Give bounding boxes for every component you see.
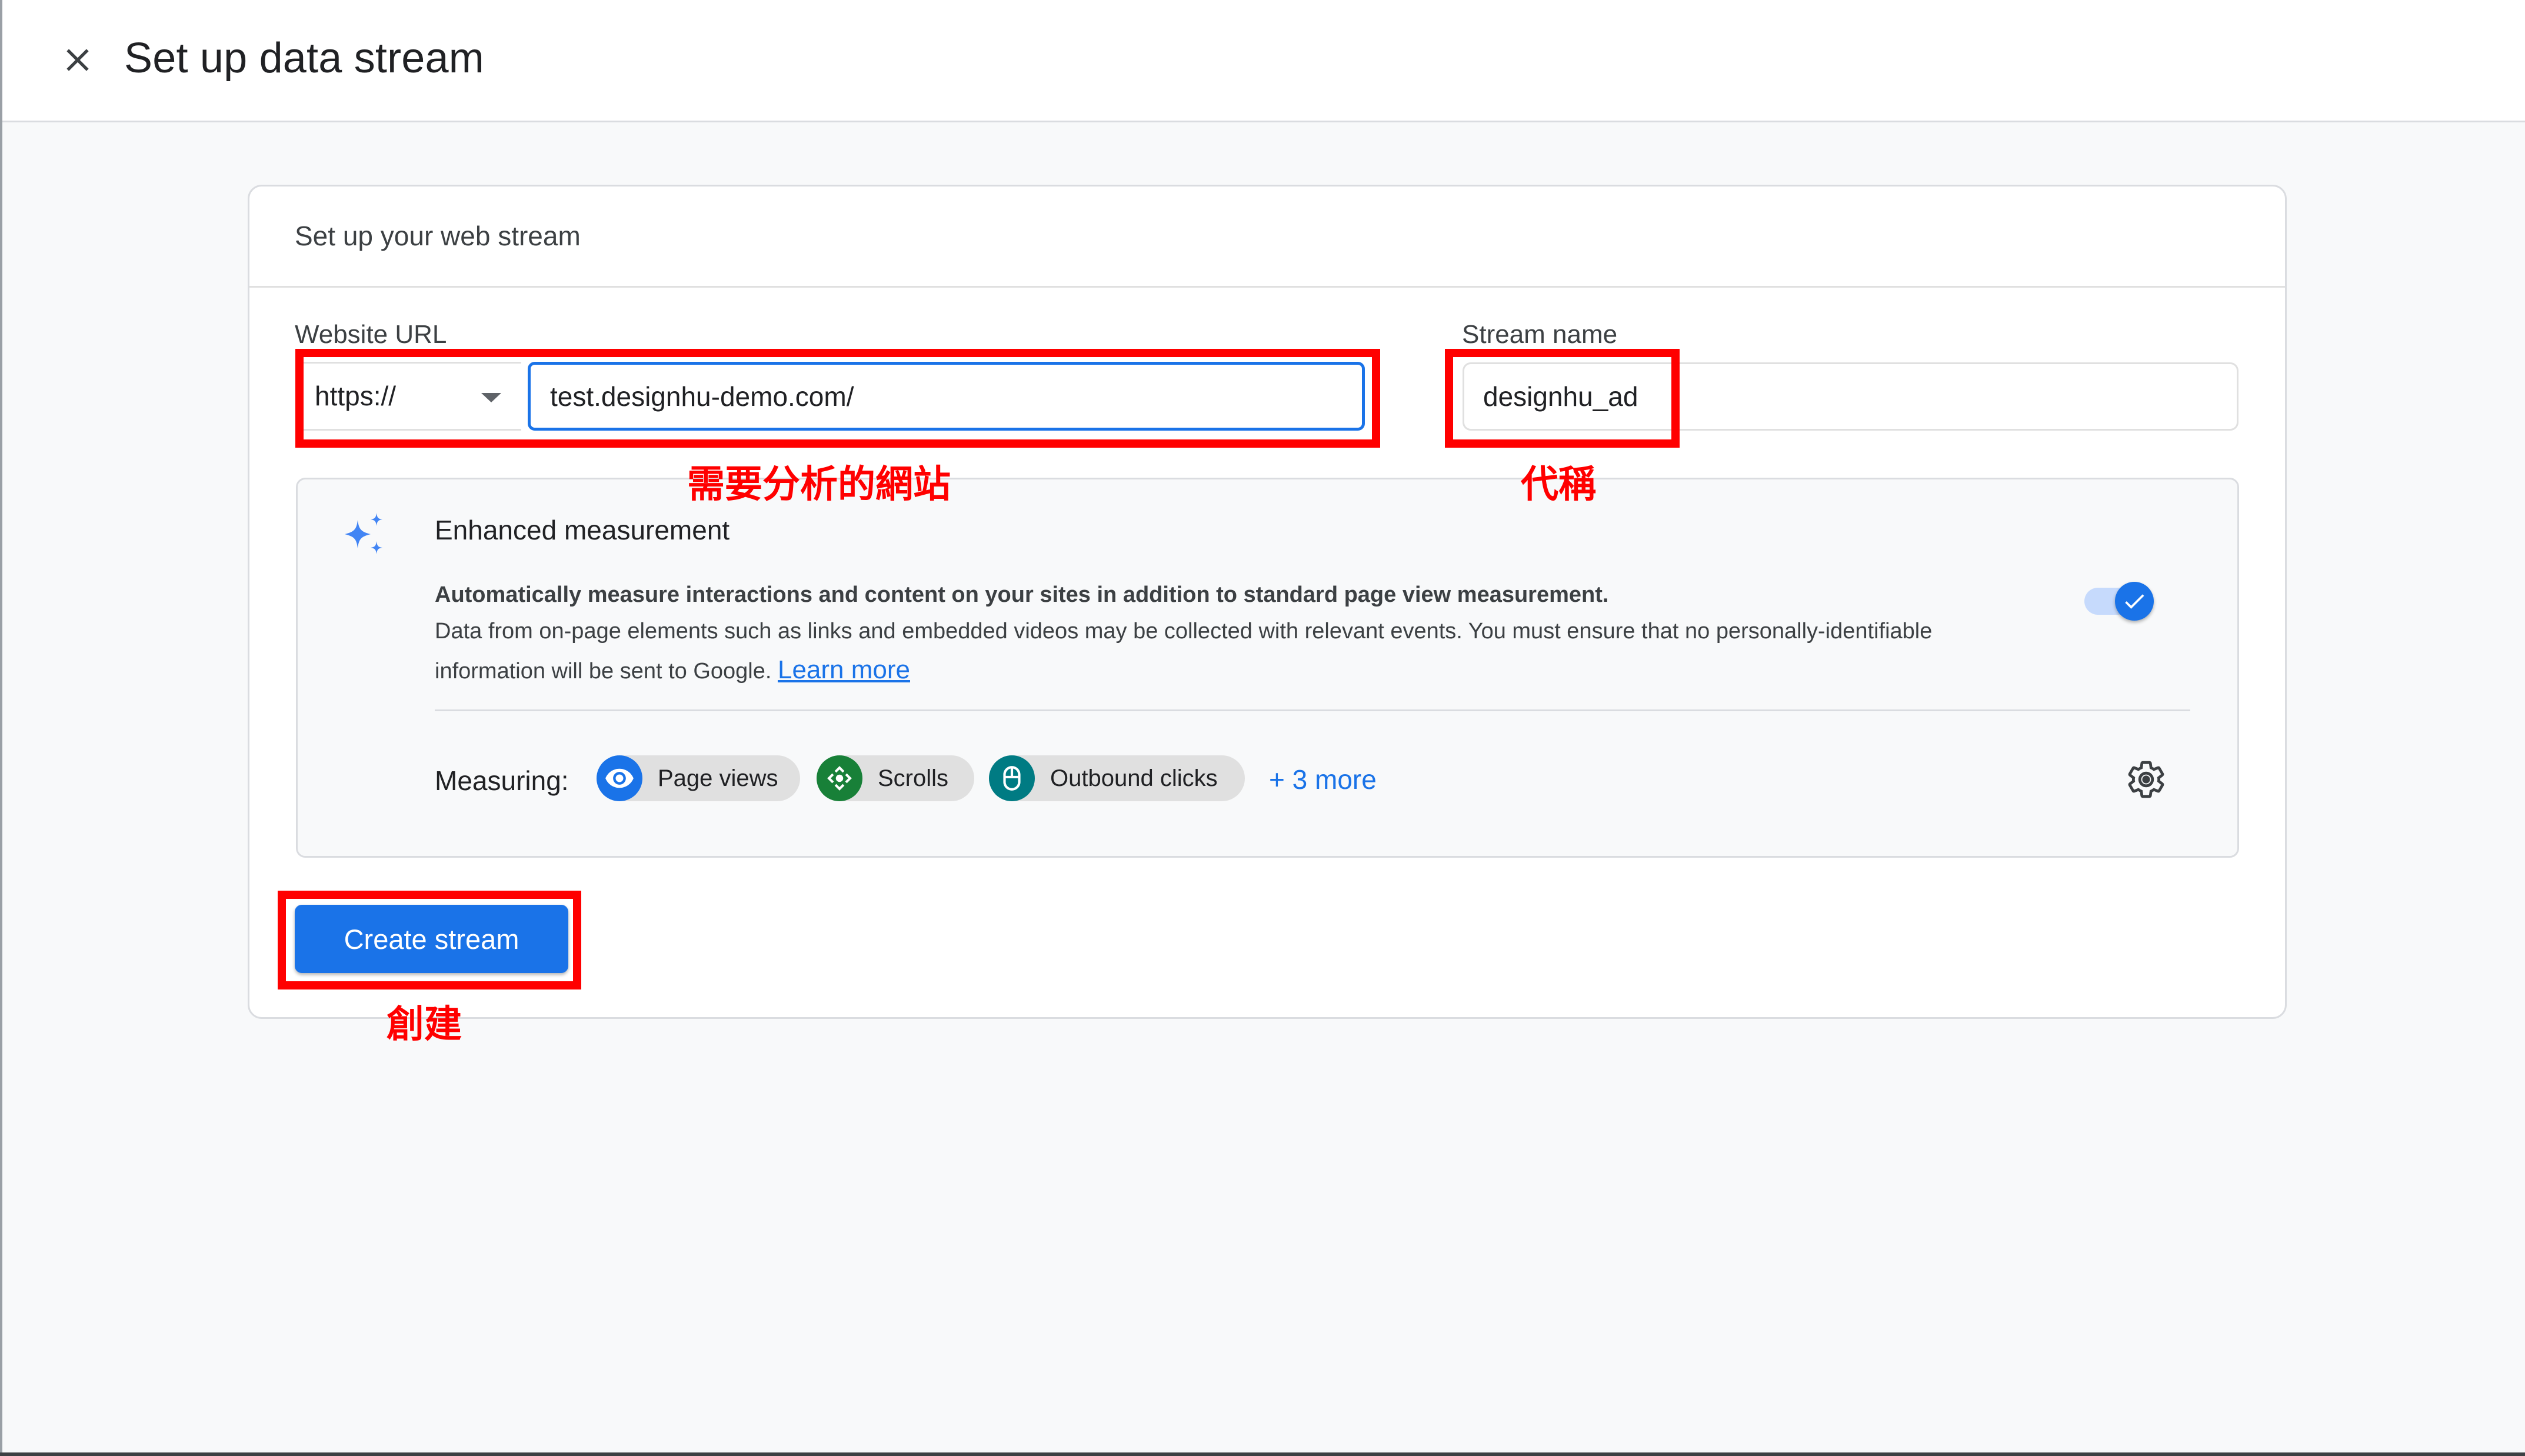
- measuring-label: Measuring:: [435, 765, 569, 796]
- scroll-icon: [817, 755, 862, 801]
- protocol-select-value: https://: [315, 381, 397, 411]
- sparkle-icon: [345, 513, 382, 554]
- page-title: Set up data stream: [124, 35, 484, 82]
- chip-outbound-clicks[interactable]: Outbound clicks: [989, 755, 1245, 801]
- gear-icon[interactable]: [2125, 758, 2167, 801]
- background-window-edge: [0, 0, 2, 1456]
- stream-name-label: Stream name: [1462, 320, 1618, 349]
- website-url-label: Website URL: [295, 320, 447, 349]
- more-measurements-link[interactable]: + 3 more: [1269, 764, 1377, 795]
- annotation-stream-name: 代稱: [1521, 463, 1596, 507]
- enhanced-divider: [435, 709, 2190, 711]
- annotation-website-url: 需要分析的網站: [687, 463, 951, 507]
- mouse-icon: [989, 755, 1035, 801]
- window-bottom-edge: [0, 1452, 2525, 1456]
- learn-more-link[interactable]: Learn more: [778, 655, 910, 684]
- enhanced-measurement-description-2: information will be sent to Google. Lear…: [435, 655, 910, 685]
- card-title: Set up your web stream: [295, 221, 581, 251]
- enhanced-measurement-description: Data from on-page elements such as links…: [435, 619, 1933, 644]
- close-icon[interactable]: [59, 41, 96, 79]
- chip-page-views[interactable]: Page views: [597, 755, 800, 801]
- stream-name-input[interactable]: [1463, 362, 2238, 431]
- dropdown-arrow-icon: [481, 393, 501, 402]
- enhanced-measurement-summary: Automatically measure interactions and c…: [435, 582, 1609, 607]
- description-text: information will be sent to Google.: [435, 659, 772, 684]
- chip-label: Outbound clicks: [1050, 765, 1218, 791]
- eye-icon: [597, 755, 642, 801]
- card-divider: [249, 286, 2285, 288]
- create-stream-button[interactable]: Create stream: [295, 905, 568, 973]
- website-url-input[interactable]: [528, 362, 1365, 431]
- enhanced-measurement-title: Enhanced measurement: [435, 515, 730, 545]
- chip-scrolls[interactable]: Scrolls: [817, 755, 974, 801]
- chip-label: Scrolls: [878, 765, 949, 791]
- annotation-create: 創建: [387, 1003, 462, 1047]
- toggle-knob[interactable]: [2115, 582, 2154, 621]
- chip-label: Page views: [658, 765, 778, 791]
